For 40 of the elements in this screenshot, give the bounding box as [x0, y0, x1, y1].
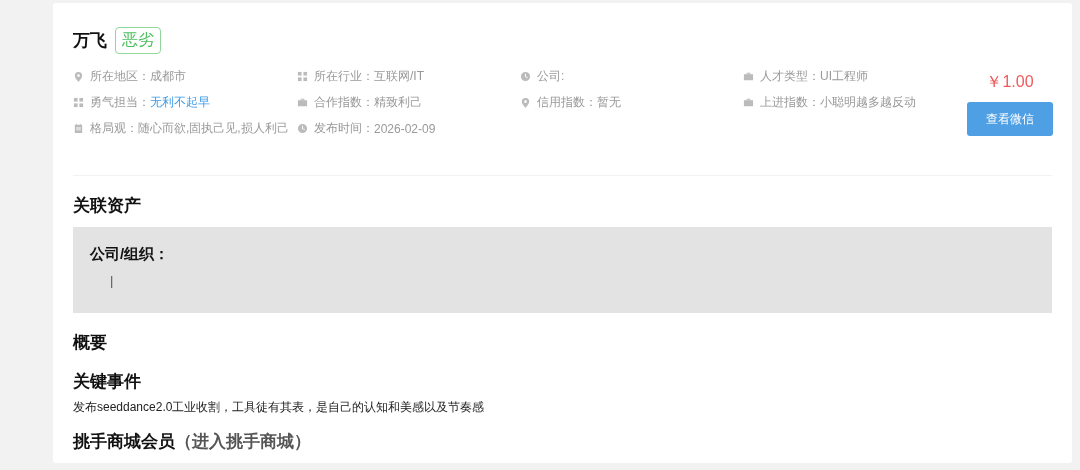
- price: ￥1.00: [986, 72, 1034, 92]
- field-value: 成都市: [150, 68, 186, 85]
- field-value: 随心而欲,固执己见,损人利己: [138, 120, 289, 137]
- field-label: 所在地区：: [90, 68, 150, 85]
- field-label: 公司:: [537, 68, 565, 85]
- section-title: 关联资产: [73, 195, 142, 217]
- field-label: 信用指数：: [537, 94, 597, 111]
- clock-icon: [297, 123, 308, 134]
- field-label: 发布时间：: [314, 120, 374, 137]
- field-value: 暂无: [597, 94, 621, 111]
- field-label: 人才类型：: [760, 68, 820, 85]
- field-label: 合作指数：: [314, 94, 374, 111]
- section-title: 挑手商城会员: [73, 432, 175, 451]
- field-value: 互联网/IT: [374, 68, 424, 85]
- briefcase-icon: [297, 97, 308, 108]
- field-label: 上进指数：: [760, 94, 820, 111]
- clock-icon: [520, 71, 531, 82]
- pin-icon: [73, 71, 84, 82]
- grid-icon: [73, 97, 84, 108]
- event-text: 发布seeddance2.0工业收割，工具徒有其表，是自己的认知和美感以及节奏感: [73, 399, 486, 416]
- rating-tag: 恶劣: [115, 27, 161, 54]
- person-name: 万飞: [73, 30, 107, 52]
- grid-icon: [297, 71, 308, 82]
- text-cursor: |: [110, 273, 114, 288]
- calendar-icon: [73, 123, 84, 134]
- briefcase-icon: [743, 71, 754, 82]
- pin-icon: [520, 97, 531, 108]
- section-title: 概要: [73, 332, 108, 354]
- asset-label: 公司/组织：: [90, 245, 171, 264]
- field-label: 格局观：: [90, 120, 138, 137]
- field-value: 2026-02-09: [374, 121, 436, 136]
- field-label: 勇气担当：: [90, 94, 150, 111]
- field-value: 小聪明越多越反动: [820, 94, 916, 111]
- briefcase-icon: [743, 97, 754, 108]
- field-value: 无利不起早: [150, 94, 210, 111]
- field-label: 所在行业：: [314, 68, 374, 85]
- mall-link[interactable]: （进入挑手商城）: [175, 432, 311, 451]
- field-value: 精致利己: [374, 94, 422, 111]
- section-title: 关键事件: [73, 371, 142, 393]
- field-value: UI工程师: [820, 68, 868, 85]
